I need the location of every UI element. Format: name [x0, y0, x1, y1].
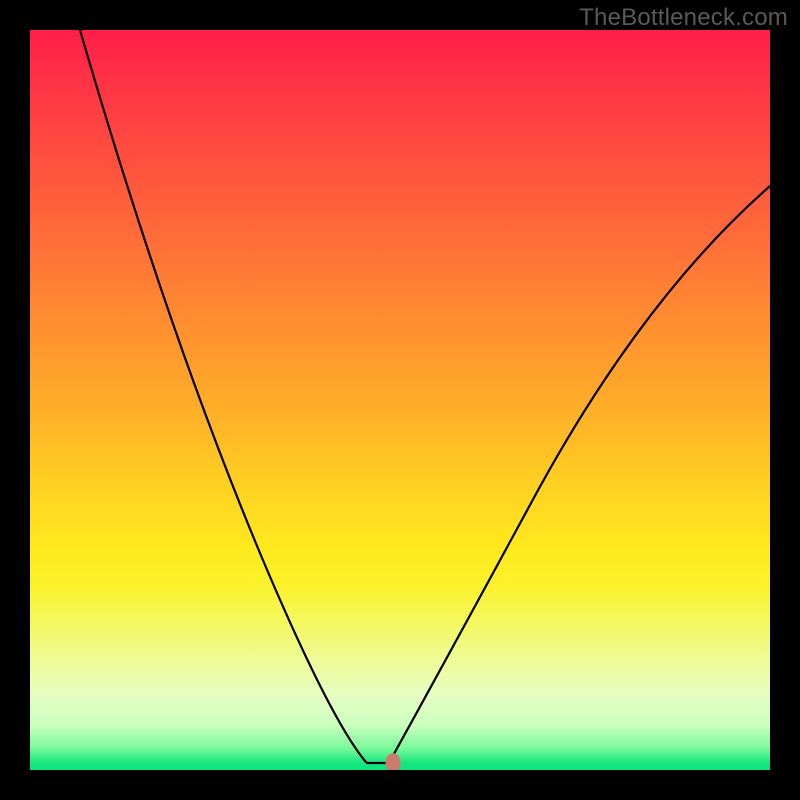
- plot-area: [30, 30, 770, 770]
- curve-path: [80, 30, 770, 763]
- bottleneck-curve: [30, 30, 770, 770]
- watermark-text: TheBottleneck.com: [579, 4, 788, 32]
- optimal-point-marker: [386, 753, 401, 770]
- chart-frame: TheBottleneck.com: [0, 0, 800, 800]
